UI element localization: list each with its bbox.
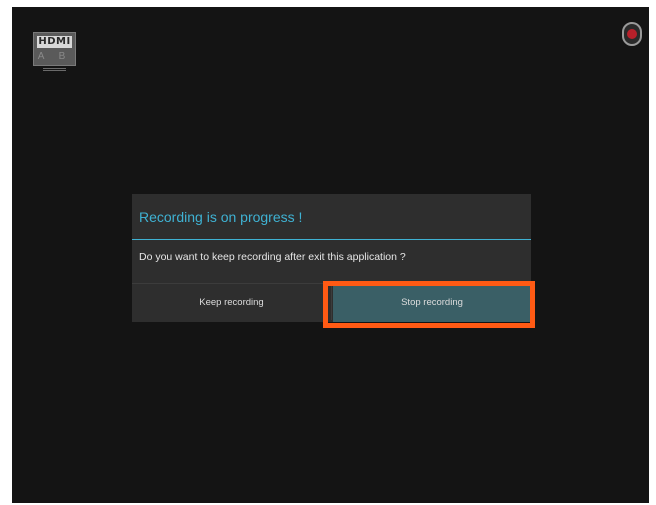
app-screen: HDMI A B Recording is on progress ! Do y… <box>12 7 649 503</box>
dialog-message: Do you want to keep recording after exit… <box>139 251 406 263</box>
button-separator <box>331 286 332 320</box>
record-icon[interactable] <box>622 22 642 46</box>
hdmi-icon-stand <box>43 68 66 71</box>
recording-dialog: Recording is on progress ! Do you want t… <box>132 194 531 322</box>
dialog-title-divider <box>132 239 531 240</box>
record-dot <box>627 29 637 39</box>
hdmi-logo-text: HDMI <box>37 36 72 48</box>
hdmi-input-icon[interactable]: HDMI A B <box>33 32 76 72</box>
dialog-title: Recording is on progress ! <box>139 209 303 225</box>
hdmi-icon-frame: HDMI A B <box>33 32 76 66</box>
stop-recording-button[interactable]: Stop recording <box>333 284 531 322</box>
keep-recording-button[interactable]: Keep recording <box>132 284 331 322</box>
hdmi-inputs-label: A B <box>37 51 72 62</box>
